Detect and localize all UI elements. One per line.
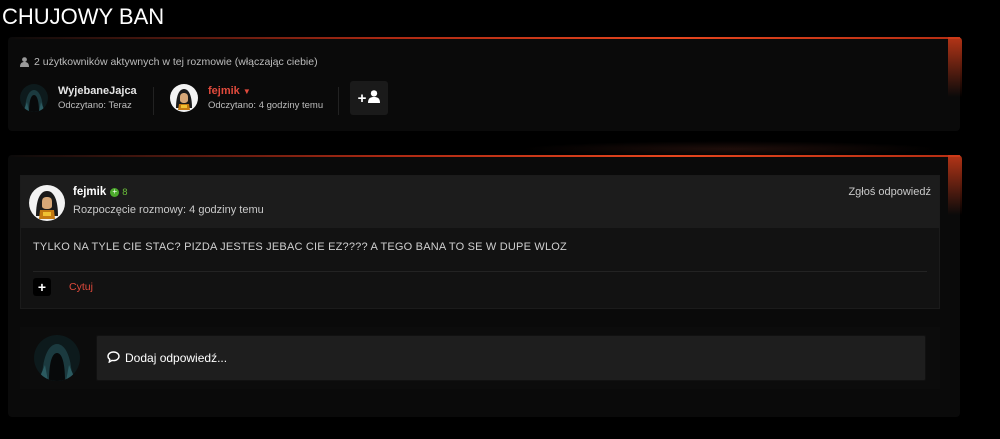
multiquote-button[interactable]: + [33, 278, 51, 296]
participants-panel: 2 użytkowników aktywnych w tej rozmowie … [8, 37, 962, 131]
conversation-panel: fejmik + 8 Rozpoczęcie rozmowy: 4 godzin… [8, 155, 962, 417]
participant-name[interactable]: WyjebaneJajca [58, 85, 137, 97]
divider [33, 271, 927, 272]
participant-wyjebanejajca[interactable]: WyjebaneJajca Odczytano: Teraz [20, 82, 137, 114]
message-date: Rozpoczęcie rozmowy: 4 godziny temu [73, 204, 264, 216]
participant-fejmik[interactable]: fejmik ▼ Odczytano: 4 godziny temu [170, 82, 323, 114]
plus-user-icon [368, 89, 381, 107]
message-author: fejmik + 8 [73, 186, 128, 198]
page-title: CHUJOWY BAN [2, 4, 165, 29]
hooded-avatar[interactable] [20, 84, 48, 112]
participants-header: 2 użytkowników aktywnych w tej rozmowie … [20, 56, 318, 68]
plus-icon: + [357, 89, 367, 107]
author-avatar[interactable] [29, 185, 65, 221]
report-reply-link[interactable]: Zgłoś odpowiedź [848, 186, 931, 198]
message-header: fejmik + 8 Rozpoczęcie rozmowy: 4 godzin… [21, 176, 939, 228]
caret-down-icon[interactable]: ▼ [243, 87, 251, 96]
message: fejmik + 8 Rozpoczęcie rozmowy: 4 godzin… [20, 175, 940, 309]
message-body: TYLKO NA TYLE CIE STAC? PIZDA JESTES JEB… [33, 241, 567, 253]
reputation-value: 8 [122, 186, 128, 198]
author-name[interactable]: fejmik [73, 186, 106, 198]
participant-read-status: Odczytano: Teraz [58, 100, 132, 111]
comment-icon [107, 350, 120, 366]
user-icon [20, 57, 29, 67]
character-avatar[interactable] [170, 84, 198, 112]
plus-circle-icon: + [110, 187, 120, 197]
participants-count-text: 2 użytkowników aktywnych w tej rozmowie … [34, 56, 318, 68]
reply-area: Dodaj odpowiedź... [20, 327, 940, 389]
participant-name[interactable]: fejmik ▼ [208, 85, 323, 97]
reputation-badge: + 8 [110, 186, 128, 198]
reply-placeholder[interactable]: Dodaj odpowiedź... [125, 351, 227, 365]
participant-read-status: Odczytano: 4 godziny temu [208, 100, 324, 111]
divider [338, 87, 339, 115]
add-participant-button[interactable]: + [350, 81, 388, 115]
divider [153, 87, 154, 115]
participant-name-text[interactable]: fejmik [208, 85, 240, 97]
current-user-avatar [34, 335, 80, 381]
reply-input[interactable]: Dodaj odpowiedź... [96, 335, 926, 381]
quote-button[interactable]: Cytuj [69, 281, 93, 293]
